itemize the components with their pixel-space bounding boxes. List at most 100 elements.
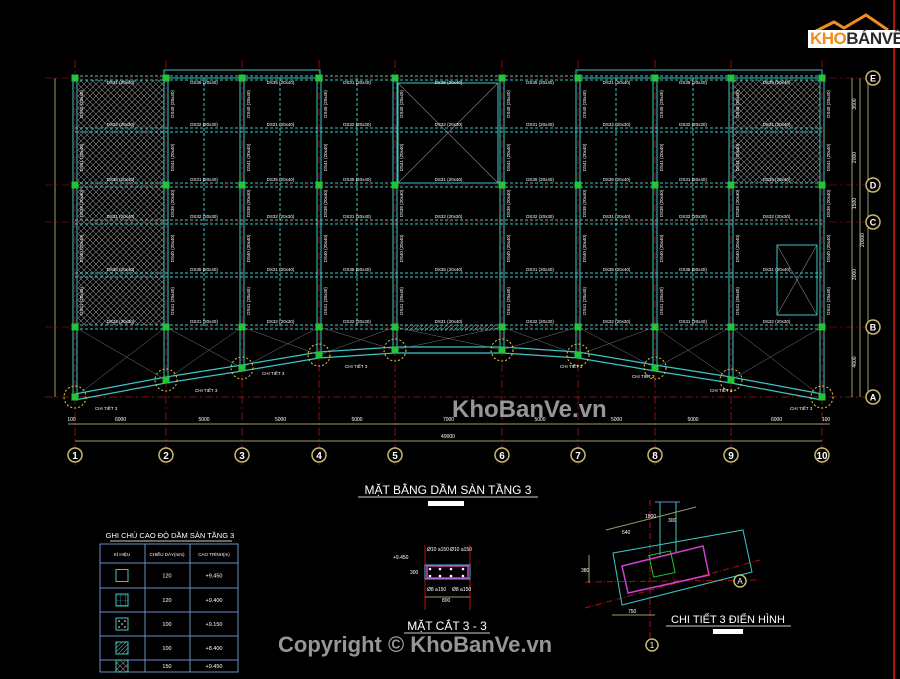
span-dim-2: 6000 <box>115 417 126 423</box>
beam-label: DS35 (20x40) <box>343 267 371 272</box>
diag2-0 <box>74 326 167 398</box>
right-dim-2: 2000 <box>852 152 858 163</box>
beam-label: DS32 (20x30) <box>343 122 371 127</box>
scale-bar <box>428 501 464 506</box>
beam-label-vertical: DS41 (20x40) <box>79 143 84 171</box>
sheet-border <box>893 0 895 679</box>
detail-dim-1: 1800 <box>645 514 656 520</box>
detail-callout: CHI TIẾT 3 <box>195 387 218 393</box>
column-3-2 <box>238 323 246 331</box>
beam-label: DS32 (20x30) <box>107 122 135 127</box>
grid-label-D: D <box>870 181 877 191</box>
beam-label-vertical: DS40 (20x40) <box>323 90 328 118</box>
section-depth: 300 <box>410 570 419 576</box>
diag-6 <box>577 326 656 369</box>
column-front-3 <box>238 364 246 372</box>
beams <box>72 69 825 401</box>
span-dim-8: 5000 <box>611 417 622 423</box>
beam-label-vertical: DS40 (20x40) <box>399 90 404 118</box>
column-9-1 <box>727 181 735 189</box>
beam-label-vertical: DS40 (20x40) <box>170 234 175 262</box>
span-dim-1: 100 <box>67 417 76 423</box>
column-8-2 <box>651 323 659 331</box>
beam-label-vertical: DS38 (20x40) <box>79 189 84 217</box>
grid-label-10: 10 <box>816 451 828 462</box>
beam-label: DS32 (20x30) <box>526 319 554 324</box>
diag2-2 <box>241 326 320 369</box>
beam-label: DS35 (20x40) <box>107 177 135 182</box>
diag-0 <box>74 326 167 381</box>
section-title: MẶT CẮT 3 - 3 <box>407 618 487 633</box>
column-front-1 <box>71 393 79 401</box>
grid-label-A: A <box>870 393 877 403</box>
column-2-0 <box>162 74 170 82</box>
column-4-2 <box>315 323 323 331</box>
beam-label: DS35 (20x40) <box>267 80 295 85</box>
section-level: +9.450 <box>393 555 409 561</box>
legend-dot <box>118 620 120 622</box>
column-4-1 <box>315 181 323 189</box>
beam-label: DS35 (20x40) <box>435 267 463 272</box>
column-front-10 <box>818 393 826 401</box>
grid-label-1: 1 <box>72 451 78 462</box>
logo-text-dark: BÁNVẼ <box>846 29 900 48</box>
detail-grid-bubble-1: 1 <box>650 641 655 650</box>
diag2-7 <box>654 326 732 369</box>
beam-label-vertical: DS41 (20x40) <box>582 287 587 315</box>
diag-7 <box>654 326 732 381</box>
beam-label-vertical: DS40 (20x40) <box>582 234 587 262</box>
beam-label-vertical: DS41 (20x40) <box>506 143 511 171</box>
column-front-6 <box>498 346 506 354</box>
detail-callout: CHI TIẾT 3 <box>262 370 285 376</box>
column-1-0 <box>71 74 79 82</box>
column-5-2 <box>391 323 399 331</box>
beam-label-vertical: DS41 (20x40) <box>170 143 175 171</box>
diag-8 <box>730 326 823 398</box>
legend-table: GHI CHÚ CAO ĐỘ DẦM SÀN TẦNG 3 KÍ HIỆU CHI… <box>99 530 239 673</box>
beam-label: DS31 (20x40) <box>343 214 371 219</box>
detail-grid-bubble-a: A <box>737 577 743 586</box>
hatch-slab-balcony <box>405 325 495 331</box>
legend-header-1: KÍ HIỆU <box>114 550 130 557</box>
beam-label: DS35 (20x40) <box>190 267 218 272</box>
grid-label-8: 8 <box>652 451 658 462</box>
beam-label-vertical: DS41 (20x40) <box>735 287 740 315</box>
watermark-copyright: Copyright © KhoBanVe.vn <box>278 632 553 657</box>
legend-header-2: CHIỀU DÀY(mm) <box>150 551 185 557</box>
cantilever-top-right <box>575 69 823 79</box>
beam-label: DS32 (20x30) <box>679 122 707 127</box>
beam-label: DS32 (20x30) <box>763 214 791 219</box>
beam-label: DS31 (20x40) <box>763 122 791 127</box>
section-rebar-top-2: Ø10 a150 <box>450 547 472 553</box>
beam-label: DS35 (20x40) <box>343 177 371 182</box>
column-front-5 <box>391 346 399 354</box>
beam-label: DS32 (20x30) <box>603 319 631 324</box>
column-3-1 <box>238 181 246 189</box>
slab-hatch-areas <box>78 80 820 331</box>
beam-label: DS31 (20x40) <box>267 267 295 272</box>
span-dim-9: 5000 <box>687 417 698 423</box>
beam-label-vertical: DS41 (20x40) <box>246 287 251 315</box>
beam-label: DS32 (20x30) <box>526 214 554 219</box>
column-2-1 <box>162 181 170 189</box>
grid-label-9: 9 <box>728 451 734 462</box>
column-4-0 <box>315 74 323 82</box>
beam-label-vertical: DS40 (20x40) <box>659 234 664 262</box>
beam-label: DS35 (20x40) <box>763 80 791 85</box>
beam-label-vertical: DS38 (20x40) <box>582 189 587 217</box>
detail-callout: CHI TIẾT 3 <box>95 405 118 411</box>
legend-level: +9.150 <box>206 622 223 628</box>
beam-label: DS35 (20x40) <box>435 80 463 85</box>
column-front-7 <box>574 351 582 359</box>
grid-label-2: 2 <box>163 451 169 462</box>
beam-label: DS31 (20x40) <box>603 80 631 85</box>
beam-label-vertical: DS41 (20x40) <box>323 287 328 315</box>
legend-symbol-grid <box>115 593 129 607</box>
beam-label-vertical: DS40 (20x40) <box>735 90 740 118</box>
beam-label-vertical: DS38 (20x40) <box>826 189 831 217</box>
column-6-0 <box>498 74 506 82</box>
beam-label-vertical: DS38 (20x40) <box>659 189 664 217</box>
detail-callout: CHI TIẾT 3 <box>345 363 368 369</box>
beam-label: DS31 (20x40) <box>267 122 295 127</box>
diag-3 <box>318 326 396 351</box>
